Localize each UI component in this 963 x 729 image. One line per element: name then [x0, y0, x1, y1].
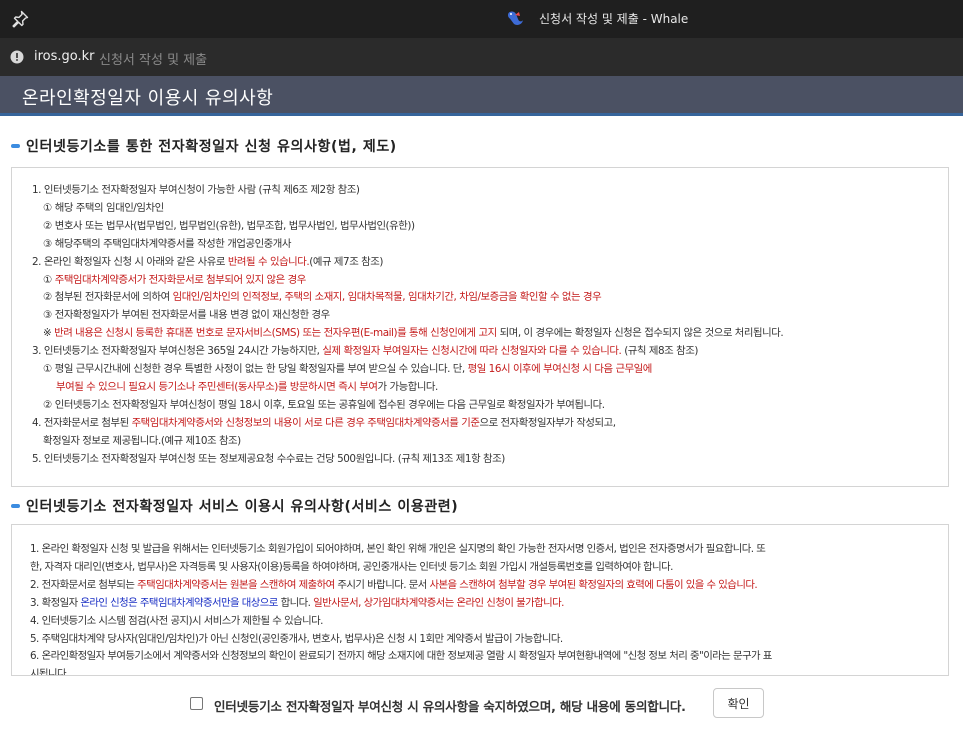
notice-text: 합니다. [277, 596, 314, 609]
section-bar-icon [11, 504, 20, 508]
notice-text: 4. 전자화문서로 첨부된 [32, 416, 132, 429]
notice-emphasis-text: 온라인 신청은 주택임대차계약증서만을 대상으로 [80, 596, 278, 609]
notice-warning-text: 주택임대차계약증서와 신청정보의 내용이 서로 다른 경우 주택임대차계약증서를… [131, 416, 480, 429]
notice-line: 5. 주택임대차계약 당사자(임대인/임차인)가 아닌 신청인(공인중개사, 변… [30, 632, 563, 645]
notice-line: ② 변호사 또는 법무사(법무법인, 법무법인(유한), 법무조합, 법무사법인… [43, 219, 415, 232]
notice-line: ① 평일 근무시간내에 신청한 경우 특별한 사정이 없는 한 당일 확정일자를… [32, 361, 948, 379]
notice-text: 으로 전자확정일자부가 작성되고, [479, 416, 616, 429]
window-titlebar: 신청서 작성 및 제출 - Whale [0, 0, 963, 38]
notice-line: 시됩니다. [30, 668, 69, 676]
notice-warning-text: 반려될 수 있습니다. [227, 255, 310, 268]
notice-warning-text: 일반사문서, 상가임대차계약증서는 온라인 신청이 불가합니다. [313, 596, 564, 609]
notice-line: 1. 온라인 확정일자 신청 및 발급을 위해서는 인터넷등기소 회원가입이 되… [30, 543, 766, 555]
notice-text: 되며, 이 경우에는 확정일자 신청은 접수되지 않은 것으로 처리됩니다. [496, 327, 784, 340]
notice-text: 2. 온라인 확정일자 신청 시 아래와 같은 사유로 [32, 255, 228, 268]
notice-line: 4. 전자화문서로 첨부된 주택임대차계약증서와 신청정보의 내용이 서로 다른… [32, 415, 948, 433]
notice-line: 1. 인터넷등기소 전자확정일자 부여신청이 가능한 사람 (규칙 제6조 제2… [32, 184, 360, 196]
info-icon[interactable] [10, 50, 24, 64]
notice-line: 3. 확정일자 온라인 신청은 주택임대차계약증서만을 대상으로 합니다. 일반… [30, 595, 948, 613]
notice-text: 3. 확정일자 [30, 596, 81, 609]
section-bar-icon [11, 144, 20, 148]
notice-line: 6. 온라인확정일자 부여등기소에서 계약증서와 신청정보의 확인이 완료되기 … [30, 650, 772, 663]
section1-notice-box: 1. 인터넷등기소 전자확정일자 부여신청이 가능한 사람 (규칙 제6조 제2… [11, 167, 949, 487]
url-host[interactable]: iros.go.kr [34, 49, 95, 64]
section2-heading-text: 인터넷등기소 전자확정일자 서비스 이용시 유의사항(서비스 이용관련) [26, 499, 459, 515]
address-bar[interactable]: iros.go.kr 신청서 작성 및 제출 [0, 38, 963, 76]
notice-line: ② 첨부된 전자화문서에 의하여 임대인/임차인의 인적정보, 주택의 소재지,… [32, 289, 948, 307]
notice-text: 주시기 바랍니다. 문서 [334, 578, 430, 591]
notice-line: ③ 전자확정일자가 부여된 전자화문서를 내용 변경 없이 재신청한 경우 [43, 309, 330, 322]
notice-line: ② 인터넷등기소 전자확정일자 부여신청이 평일 18시 이후, 토요일 또는 … [43, 398, 605, 411]
notice-line: ① 해당 주택의 임대인/임차인 [43, 201, 164, 214]
notice-line: 확정일자 정보로 제공됩니다.(예규 제10조 참조) [43, 434, 241, 447]
agree-checkbox[interactable] [190, 697, 203, 710]
notice-line: 5. 인터넷등기소 전자확정일자 부여신청 또는 정보제공요청 수수료는 건당 … [32, 452, 505, 465]
notice-warning-text: 실제 확정일자 부여일자는 신청시간에 따라 신청일자와 다를 수 있습니다. [322, 345, 622, 358]
page-title: 온라인확정일자 이용시 유의사항 [22, 88, 274, 109]
notice-line: 2. 온라인 확정일자 신청 시 아래와 같은 사유로 반려될 수 있습니다.(… [32, 254, 948, 272]
url-page-title: 신청서 작성 및 제출 [99, 53, 208, 68]
notice-line: 2. 전자화문서로 첨부되는 주택임대차계약증서는 원본을 스캔하여 제출하여 … [30, 577, 948, 595]
section2-notice-box[interactable]: 1. 온라인 확정일자 신청 및 발급을 위해서는 인터넷등기소 회원가입이 되… [11, 524, 949, 676]
confirm-button[interactable]: 확인 [713, 688, 764, 718]
notice-warning-text: 주택임대차계약증서는 원본을 스캔하여 제출하여 [137, 578, 335, 591]
notice-line: ① 주택임대차계약증서가 전자화문서로 첨부되어 있지 않은 경우 [32, 272, 948, 290]
section1-heading-text: 인터넷등기소를 통한 전자확정일자 신청 유의사항(법, 제도) [26, 139, 397, 155]
notice-text: 가 가능합니다. [377, 380, 439, 393]
notice-line: 한, 자격자 대리인(변호사, 법무사)은 자격등록 및 사용자(이용)등록을 … [30, 560, 673, 573]
notice-text: ① 평일 근무시간내에 신청한 경우 특별한 사정이 없는 한 당일 확정일자를… [43, 363, 468, 376]
notice-warning-text: 주택임대차계약증서가 전자화문서로 첨부되어 있지 않은 경우 [54, 273, 307, 286]
notice-line: ※ 반려 내용은 신청시 등록한 휴대폰 번호로 문자서비스(SMS) 또는 전… [32, 325, 948, 343]
notice-line: ③ 해당주택의 주택임대차계약증서를 작성한 개업공인중개사 [43, 237, 292, 250]
notice-warning-text: 반려 내용은 신청시 등록한 휴대폰 번호로 문자서비스(SMS) 또는 전자우… [54, 327, 497, 340]
notice-line: 3. 인터넷등기소 전자확정일자 부여신청은 365일 24시간 가능하지만, … [32, 343, 948, 361]
notice-text: (예규 제7조 참조) [309, 255, 383, 268]
notice-text: ※ [43, 327, 55, 340]
notice-text: (규칙 제8조 참조) [621, 345, 698, 358]
notice-line: 4. 인터넷등기소 시스템 점검(사전 공지)시 서비스가 제한될 수 있습니다… [30, 614, 323, 627]
notice-line: 부여될 수 있으니 필요시 등기소나 주민센터(동사무소)를 방문하시면 즉시 … [32, 379, 948, 397]
notice-text: ② 첨부된 전자화문서에 의하여 [43, 291, 173, 304]
notice-text: ① [43, 273, 55, 286]
notice-warning-text: 평일 16시 이후에 부여신청 시 다음 근무일에 [467, 363, 653, 376]
agreement-label[interactable]: 인터넷등기소 전자확정일자 부여신청 시 유의사항을 숙지하였으며, 해당 내용… [214, 696, 686, 715]
notice-text: 3. 인터넷등기소 전자확정일자 부여신청은 365일 24시간 가능하지만, [32, 345, 323, 358]
pin-icon[interactable] [10, 9, 30, 29]
whale-app-icon [508, 11, 523, 25]
notice-warning-text: 부여될 수 있으니 필요시 등기소나 주민센터(동사무소)를 방문하시면 즉시 … [56, 380, 378, 393]
page-header: 온라인확정일자 이용시 유의사항 [0, 76, 963, 116]
notice-text: 2. 전자화문서로 첨부되는 [30, 578, 138, 591]
window-title: 신청서 작성 및 제출 - Whale [539, 12, 689, 26]
notice-warning-text: 사본을 스캔하여 첨부할 경우 부여된 확정일자의 효력에 다툼이 있을 수 있… [429, 578, 758, 591]
notice-warning-text: 임대인/임차인의 인적정보, 주택의 소재지, 임대차목적물, 임대차기간, 차… [172, 291, 602, 304]
